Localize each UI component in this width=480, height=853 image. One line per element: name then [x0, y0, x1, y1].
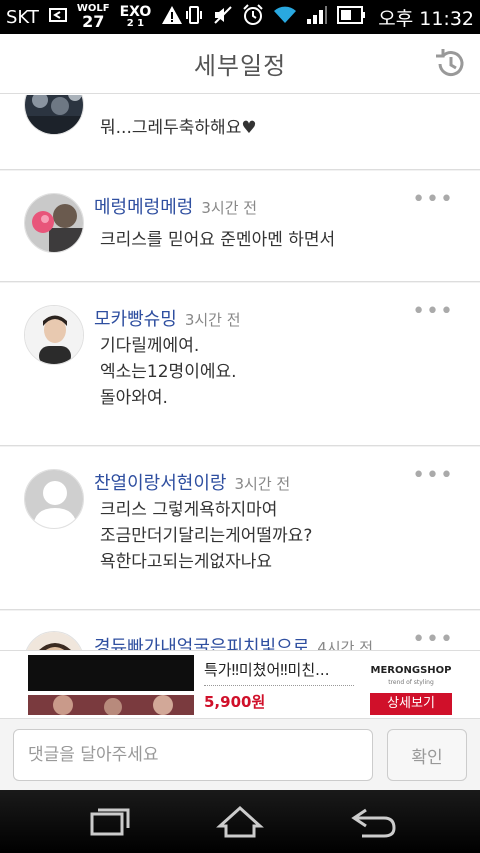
comment-author[interactable]: 경듀빠가내얼굴은피치빛으로 4시간 전: [94, 633, 373, 650]
history-button[interactable]: [432, 46, 468, 82]
clock-time: 11:32: [419, 7, 474, 30]
comment-time: 3시간 전: [184, 311, 241, 329]
exo-widget-value: 2 1: [126, 18, 145, 29]
comment-line: 조금만더기달리는게어떨까요?: [100, 526, 313, 546]
recent-apps-button[interactable]: [78, 804, 138, 840]
confirm-button[interactable]: 확인: [387, 729, 467, 781]
ad-banner[interactable]: 특가‼미쳤어‼미친... 5,900원 MERONGSHOP trend of …: [0, 650, 480, 718]
comment-item: 메렁메렁메렁 3시간 전 ••• 크리스를 믿어요 준멘아멘 하면서: [0, 171, 480, 282]
comment-input-bar: 확인: [0, 718, 480, 790]
comment-list[interactable]: 뭐...그레두축하해요♥ 메렁메렁메렁 3시간 전 ••• 크리스를 믿어요 준멘…: [0, 95, 480, 650]
ad-divider: [204, 685, 354, 686]
more-options-icon[interactable]: •••: [412, 301, 454, 323]
usb-icon: [48, 8, 67, 26]
ad-detail-button[interactable]: 상세보기: [370, 693, 452, 715]
comment-time: 3시간 전: [234, 475, 291, 493]
home-button[interactable]: [210, 804, 270, 840]
avatar[interactable]: [24, 193, 84, 253]
recent-apps-icon: [90, 808, 130, 836]
carrier-label: SKT: [6, 6, 39, 28]
ad-brand-tagline: trend of styling: [388, 679, 434, 686]
signal-icon: [306, 5, 328, 29]
author-name[interactable]: 경듀빠가내얼굴은피치빛으로: [94, 637, 309, 650]
comment-text: 뭐...그레두축하해요♥: [100, 115, 257, 141]
more-options-icon[interactable]: •••: [412, 629, 454, 651]
comment-input[interactable]: [13, 729, 373, 781]
ad-brand-logo: MERONGSHOP: [370, 665, 452, 676]
comment-item: 경듀빠가내얼굴은피치빛으로 4시간 전 •••: [0, 611, 480, 650]
author-name[interactable]: 메렁메렁메렁: [94, 197, 193, 218]
more-options-icon[interactable]: •••: [412, 189, 454, 211]
comment-line: 엑소는12명이에요.: [100, 362, 237, 382]
comment-item: 모카빵슈밍 3시간 전 ••• 기다릴께에여. 엑소는12명이에요. 돌아와여.: [0, 283, 480, 446]
avatar[interactable]: [24, 95, 84, 135]
ad-price: 5,900원: [204, 693, 266, 711]
wolf-widget: WOLF 27: [77, 4, 110, 30]
vibrate-icon: [184, 5, 204, 29]
comment-line: 돌아와여.: [100, 388, 168, 408]
comment-author[interactable]: 메렁메렁메렁 3시간 전: [94, 193, 257, 219]
home-icon: [216, 805, 264, 838]
header: 세부일정: [0, 34, 480, 94]
alarm-icon: [242, 4, 264, 30]
wifi-icon: [273, 5, 297, 29]
ad-image[interactable]: [28, 655, 194, 715]
page-title: 세부일정: [193, 52, 287, 80]
status-bar: SKT WOLF 27 EXO 2 1 오후 11:32: [0, 0, 480, 34]
avatar[interactable]: [24, 469, 84, 529]
comment-author[interactable]: 모카빵슈밍 3시간 전: [94, 305, 241, 331]
author-name[interactable]: 모카빵슈밍: [94, 309, 177, 330]
exo-widget-label: EXO: [119, 4, 152, 20]
comment-line: 욕한다고되는게없자나요: [100, 552, 273, 572]
comment-line: 크리스를 믿어요 준멘아멘 하면서: [100, 230, 336, 250]
more-options-icon[interactable]: •••: [412, 465, 454, 487]
navigation-bar: [0, 790, 480, 853]
clock: 오후 11:32: [378, 4, 474, 31]
comment-author[interactable]: 찬열이랑서현이랑 3시간 전: [94, 469, 290, 495]
comment-text: 크리스를 믿어요 준멘아멘 하면서: [100, 227, 335, 253]
comment-item: 뭐...그레두축하해요♥: [0, 95, 480, 170]
comment-line: 크리스 그렇게욕하지마여: [100, 500, 278, 520]
comment-time: 4시간 전: [317, 639, 373, 650]
exo-widget: EXO 2 1: [120, 5, 152, 29]
wolf-widget-value: 27: [82, 12, 105, 31]
warning-icon: [161, 5, 183, 29]
clock-ampm: 오후: [378, 7, 414, 30]
avatar[interactable]: [24, 631, 84, 650]
comment-time: 3시간 전: [201, 199, 258, 217]
comment-line: 기다릴께에여.: [100, 336, 200, 356]
avatar[interactable]: [24, 305, 84, 365]
back-button[interactable]: [344, 804, 404, 840]
comment-line: 뭐...그레두축하해요♥: [100, 118, 257, 138]
comment-text: 크리스 그렇게욕하지마여 조금만더기달리는게어떨까요? 욕한다고되는게없자나요: [100, 497, 312, 575]
comment-text: 기다릴께에여. 엑소는12명이에요. 돌아와여.: [100, 333, 237, 411]
comment-item: 찬열이랑서현이랑 3시간 전 ••• 크리스 그렇게욕하지마여 조금만더기달리는게…: [0, 447, 480, 610]
author-name[interactable]: 찬열이랑서현이랑: [94, 473, 226, 494]
history-icon: [436, 49, 464, 77]
ad-title[interactable]: 특가‼미쳤어‼미친...: [204, 659, 329, 680]
battery-icon: [337, 6, 366, 28]
back-icon: [351, 808, 396, 838]
mute-icon: [213, 5, 233, 29]
